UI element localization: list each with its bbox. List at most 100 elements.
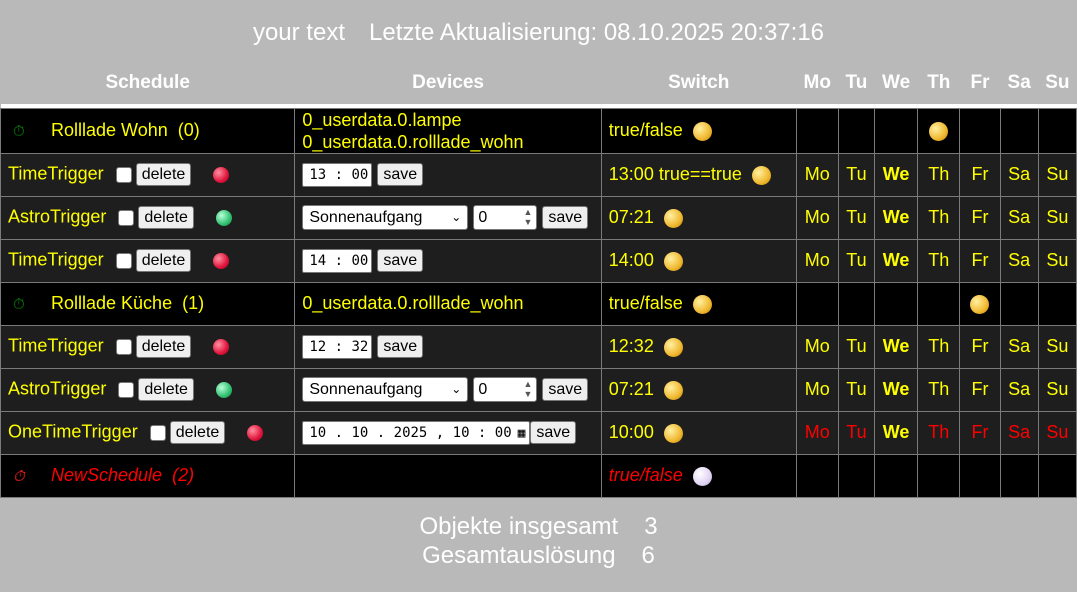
status-dot: [692, 294, 712, 314]
day-mo[interactable]: Mo: [795, 238, 839, 283]
day-we[interactable]: We: [874, 152, 919, 197]
save-button[interactable]: save: [377, 163, 424, 186]
trigger-checkbox[interactable]: [118, 209, 135, 226]
day-we[interactable]: We: [874, 195, 919, 240]
day-su[interactable]: Su: [1037, 367, 1077, 412]
trigger-checkbox[interactable]: [115, 252, 132, 269]
day-tu[interactable]: Tu: [837, 367, 876, 412]
day-fr[interactable]: Fr: [959, 324, 1001, 369]
offset-input[interactable]: 0 ▲ ▼: [473, 377, 538, 402]
day-we[interactable]: We: [874, 238, 919, 283]
day-su[interactable]: Su: [1037, 324, 1077, 369]
schedule-name[interactable]: Rolllade Küche: [51, 293, 172, 313]
last-update: Letzte Aktualisierung: 08.10.2025 20:37:…: [369, 19, 824, 47]
day-tu[interactable]: Tu: [837, 238, 876, 283]
delete-button[interactable]: delete: [135, 249, 192, 272]
switch-value[interactable]: true/false: [609, 120, 683, 140]
day-tu[interactable]: Tu: [837, 152, 876, 197]
save-button[interactable]: save: [377, 335, 424, 358]
day-fr[interactable]: Fr: [959, 410, 1001, 455]
status-dot: [663, 380, 683, 400]
save-button[interactable]: save: [542, 378, 589, 401]
day-sa[interactable]: Sa: [999, 152, 1039, 197]
day-sa[interactable]: Sa: [999, 195, 1039, 240]
day-we[interactable]: We: [874, 324, 919, 369]
save-button[interactable]: save: [530, 421, 577, 444]
total-triggers-value: 6: [641, 541, 655, 569]
trigger-checkbox[interactable]: [149, 424, 166, 441]
save-button[interactable]: save: [542, 206, 589, 229]
day-mo[interactable]: Mo: [795, 367, 839, 412]
day-sa[interactable]: Sa: [999, 367, 1039, 412]
delete-button[interactable]: delete: [138, 378, 194, 401]
trigger-checkbox[interactable]: [115, 338, 132, 355]
time-input[interactable]: 12 : 32: [302, 334, 373, 359]
stopwatch-icon[interactable]: ⏱: [13, 123, 33, 140]
day-th[interactable]: Th: [917, 195, 961, 240]
day-mo[interactable]: Mo: [795, 410, 839, 455]
day-mo[interactable]: Mo: [795, 152, 839, 197]
day-su[interactable]: Su: [1037, 195, 1077, 240]
switch-value[interactable]: true/false: [609, 465, 683, 485]
day-su[interactable]: Su: [1037, 410, 1077, 455]
day-we[interactable]: We: [874, 410, 919, 455]
schedule-row: ⏱ Rolllade Wohn (0) 0_userdata.0.lampe 0_u…: [0, 107, 1077, 154]
day-fr[interactable]: Fr: [959, 152, 1001, 197]
day-tu[interactable]: Tu: [837, 410, 876, 455]
day-su[interactable]: Su: [1037, 238, 1077, 283]
day-fr[interactable]: Fr: [959, 238, 1001, 283]
trigger-row: AstroTrigger delete Sonnenaufgang ⌄ 0 ▲ ▼ sa…: [0, 367, 1077, 412]
delete-button[interactable]: delete: [135, 163, 192, 186]
col-schedule: Schedule: [105, 72, 190, 93]
time-input[interactable]: 14 : 00: [302, 248, 373, 273]
day-tu[interactable]: Tu: [837, 324, 876, 369]
col-tu: Tu: [845, 72, 868, 93]
status-dot: [929, 121, 949, 141]
offset-input[interactable]: 0 ▲ ▼: [473, 205, 538, 230]
status-dot: [215, 381, 232, 398]
day-sa[interactable]: Sa: [999, 410, 1039, 455]
schedule-name[interactable]: NewSchedule: [51, 465, 162, 485]
day-th[interactable]: Th: [917, 367, 961, 412]
device-name: 0_userdata.0.rolllade_wohn: [302, 131, 524, 152]
delete-button[interactable]: delete: [135, 335, 192, 358]
time-input[interactable]: 13 : 00: [302, 162, 373, 187]
status-dot: [247, 424, 264, 441]
switch-value[interactable]: true/false: [609, 293, 683, 313]
trigger-row: TimeTrigger delete 13 : 00 save 13:00 tru…: [0, 152, 1077, 197]
trigger-checkbox[interactable]: [118, 381, 135, 398]
stopwatch-icon[interactable]: ⏱: [13, 296, 33, 313]
header-text: your text: [252, 19, 345, 46]
stopwatch-icon[interactable]: ⏱: [13, 468, 33, 485]
table-header: Schedule Devices Switch Mo Tu We Th Fr S…: [1, 62, 1077, 104]
day-mo[interactable]: Mo: [795, 324, 839, 369]
summary-footer: Objekte insgesamt 3 Gesamtauslösung 6: [0, 498, 1077, 570]
day-tu[interactable]: Tu: [837, 195, 876, 240]
day-sa[interactable]: Sa: [999, 324, 1039, 369]
col-we: We: [882, 72, 911, 93]
col-sa: Sa: [1007, 72, 1031, 93]
trigger-checkbox[interactable]: [115, 166, 132, 183]
day-fr[interactable]: Fr: [959, 195, 1001, 240]
day-we[interactable]: We: [874, 367, 919, 412]
astro-select[interactable]: Sonnenaufgang ⌄: [302, 205, 469, 230]
day-th[interactable]: Th: [917, 324, 961, 369]
day-su[interactable]: Su: [1037, 152, 1077, 197]
delete-button[interactable]: delete: [138, 206, 194, 229]
day-fr[interactable]: Fr: [959, 367, 1001, 412]
col-switch: Switch: [668, 72, 730, 93]
delete-button[interactable]: delete: [169, 421, 226, 444]
datetime-input[interactable]: 10 . 10 . 2025 , 10 : 00 ▦: [302, 420, 531, 445]
day-th[interactable]: Th: [917, 238, 961, 283]
astro-select[interactable]: Sonnenaufgang ⌄: [302, 377, 469, 402]
save-button[interactable]: save: [377, 249, 424, 272]
day-th[interactable]: Th: [917, 152, 961, 197]
day-th[interactable]: Th: [917, 410, 961, 455]
total-objects-label: Objekte insgesamt: [419, 512, 619, 540]
chevron-down-icon: ⌄: [451, 210, 462, 224]
day-mo[interactable]: Mo: [795, 195, 839, 240]
day-sa[interactable]: Sa: [999, 238, 1039, 283]
trigger-row: TimeTrigger delete 14 : 00 save 14:00 Mo T…: [0, 238, 1077, 283]
switch-value: 13:00 true==true: [608, 164, 742, 184]
schedule-name[interactable]: Rolllade Wohn: [51, 120, 168, 140]
